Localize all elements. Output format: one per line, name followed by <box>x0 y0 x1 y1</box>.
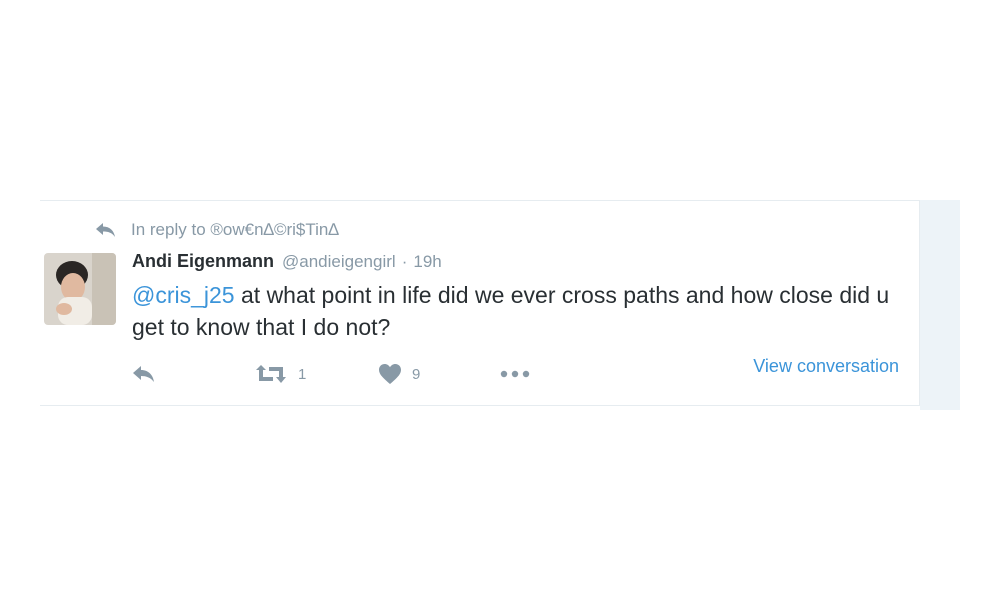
retweet-count: 1 <box>298 365 307 383</box>
reply-button[interactable] <box>132 361 156 387</box>
view-conversation-link[interactable]: View conversation <box>753 356 899 377</box>
tweet-timestamp[interactable]: 19h <box>413 252 441 272</box>
header-separator: · <box>401 252 408 271</box>
mention-link[interactable]: @cris_j25 <box>132 282 235 308</box>
heart-icon <box>378 363 402 385</box>
retweet-icon <box>254 364 288 384</box>
reply-context[interactable]: In reply to ®ow€n∆©ri$Tin∆ <box>95 219 339 241</box>
tweet-text: @cris_j25 at what point in life did we e… <box>132 279 912 343</box>
author-name[interactable]: Andi Eigenmann <box>132 251 274 272</box>
reply-arrow-icon <box>95 222 117 238</box>
tweet-card[interactable]: In reply to ®ow€n∆©ri$Tin∆ Andi Eigenman… <box>40 200 920 406</box>
retweet-button[interactable]: 1 <box>254 361 306 387</box>
reply-icon <box>132 365 156 383</box>
like-button[interactable]: 9 <box>378 361 420 387</box>
tweet-body: at what point in life did we ever cross … <box>132 282 890 340</box>
author-handle[interactable]: @andieigengirl <box>282 252 396 272</box>
reply-context-text: In reply to ®ow€n∆©ri$Tin∆ <box>131 220 339 239</box>
like-count: 9 <box>412 365 421 383</box>
more-button[interactable] <box>500 361 530 387</box>
tweet-actions: 1 9 <box>132 361 572 387</box>
side-panel-strip <box>920 200 960 410</box>
avatar[interactable] <box>44 253 116 325</box>
tweet-header: Andi Eigenmann @andieigengirl · 19h <box>132 251 442 275</box>
more-dots-icon <box>500 369 530 379</box>
